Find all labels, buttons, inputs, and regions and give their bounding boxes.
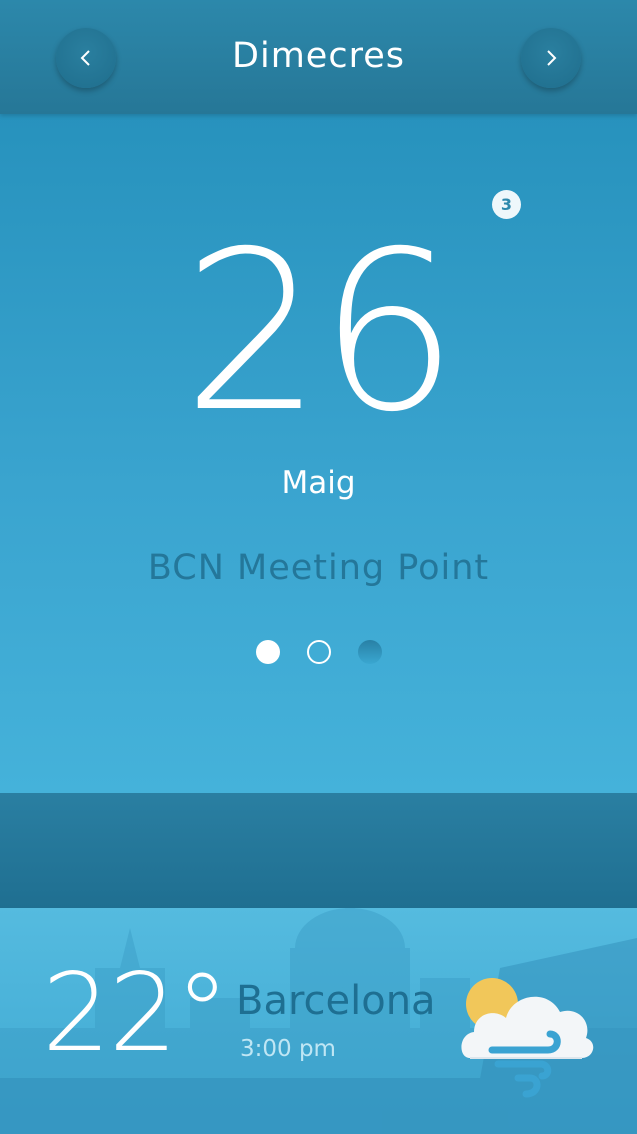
day-number: 26 [182,204,459,460]
header-bar: Dimecres [0,0,637,114]
event-title[interactable]: BCN Meeting Point [0,548,637,588]
page-dot-2[interactable] [307,640,331,664]
next-day-button[interactable] [521,28,581,88]
page-dot-1[interactable] [256,640,280,664]
event-count-badge: 3 [492,190,521,219]
temperature-value: 22° [42,951,229,1076]
month-label: Maig [281,465,356,501]
pagination-dots [0,640,637,664]
weather-widget[interactable]: 22° Barcelona 3:00 pm [0,908,637,1134]
sun-cloud-wind-icon [461,978,594,1098]
divider-band [0,793,637,908]
weather-time: 3:00 pm [240,1036,336,1062]
page-dot-3[interactable] [358,640,382,664]
city-name: Barcelona [236,978,436,1024]
chevron-right-icon [547,50,557,66]
